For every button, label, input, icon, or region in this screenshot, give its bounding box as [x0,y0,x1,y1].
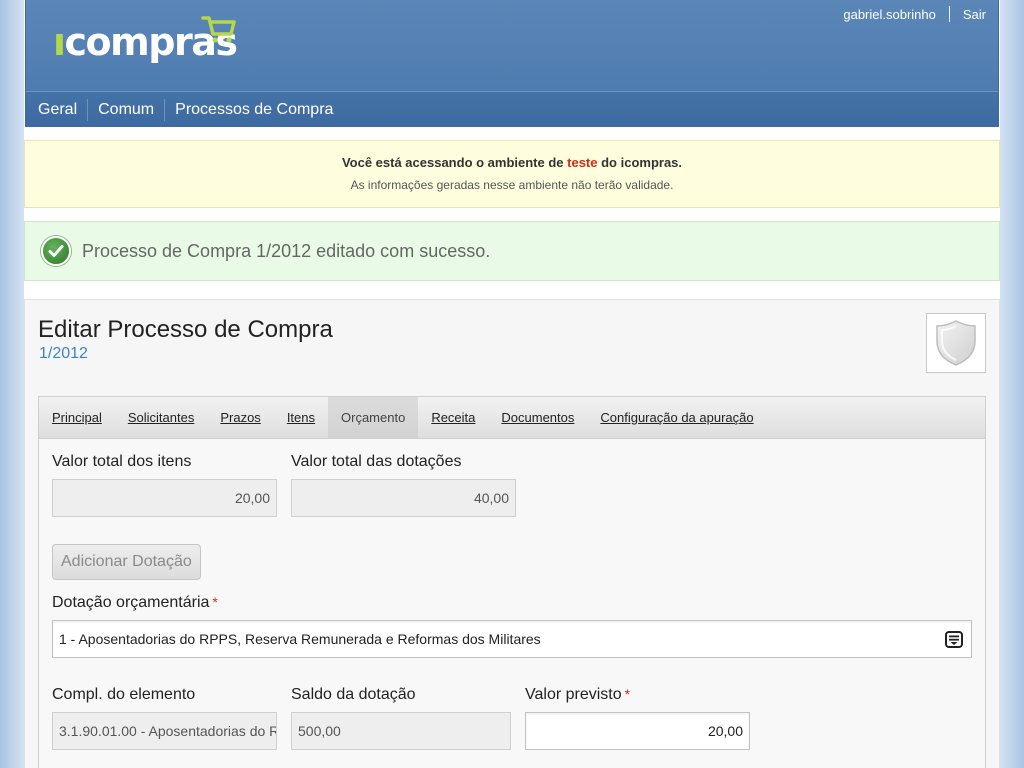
logo-i-mark: ı [53,20,66,64]
cart-icon [201,16,236,43]
valor-previsto-input[interactable]: 20,00 [525,712,750,750]
saldo-dotacao-field: 500,00 [291,712,511,750]
notice-title: Você está acessando o ambiente de teste … [341,155,683,170]
tab-prazos[interactable]: Prazos [207,397,273,438]
total-dotacoes-label: Valor total das dotações [291,453,462,470]
success-text: Processo de Compra 1/2012 editado com su… [82,240,491,261]
nav-item-processos[interactable]: Processos de Compra [165,99,343,121]
tab-bar: Principal Solicitantes Prazos Itens Orça… [39,397,985,439]
tab-receita[interactable]: Receita [418,397,488,438]
add-dotacao-button[interactable]: Adicionar Dotação [52,544,201,580]
main-nav: Geral Comum Processos de Compra [26,91,998,127]
compl-elemento-field: 3.1.90.01.00 - Aposentadorias do RPPS [52,712,277,750]
valor-previsto-label: Valor previsto * [525,686,631,703]
environment-notice: Você está acessando o ambiente de teste … [24,140,1000,208]
tab-configuracao-apuracao[interactable]: Configuração da apuração [587,397,766,438]
nav-item-geral[interactable]: Geral [26,98,89,121]
nav-item-comum[interactable]: Comum [88,98,166,121]
lookup-list-icon[interactable] [945,631,963,648]
success-message: Processo de Compra 1/2012 editado com su… [24,221,1000,281]
page-title: Editar Processo de Compra [38,316,333,343]
user-bar: gabriel.sobrinho Sair [843,6,986,22]
check-circle-icon [41,236,71,266]
dotacao-value: 1 - Aposentadorias do RPPS, Reserva Remu… [59,631,541,647]
tab-documentos[interactable]: Documentos [488,397,587,438]
app-logo[interactable]: ıcompras [53,14,238,64]
tab-itens[interactable]: Itens [274,397,328,438]
app-header: ıcompras gabriel.sobrinho Sair Geral Com… [25,0,999,127]
dotacao-label: Dotação orçamentária * [52,594,218,611]
shield-image [926,313,986,373]
dotacao-select[interactable]: 1 - Aposentadorias do RPPS, Reserva Remu… [52,620,972,658]
shield-icon [936,320,976,366]
logout-link[interactable]: Sair [963,7,986,22]
username-link[interactable]: gabriel.sobrinho [843,7,936,22]
tabs-container: Principal Solicitantes Prazos Itens Orça… [38,396,986,768]
tab-principal[interactable]: Principal [39,397,115,438]
notice-subtitle: As informações geradas nesse ambiente nã… [350,178,674,192]
divider [948,6,950,22]
required-marker: * [624,686,631,702]
edit-panel: Editar Processo de Compra 1/2012 Princip… [24,299,1000,768]
tab-orcamento[interactable]: Orçamento [328,397,419,438]
saldo-dotacao-label: Saldo da dotação [291,686,416,703]
compl-elemento-label: Compl. do elemento [52,686,196,703]
required-marker: * [212,594,218,610]
page-subtitle: 1/2012 [39,345,88,362]
tab-solicitantes[interactable]: Solicitantes [115,397,207,438]
total-itens-field: 20,00 [52,479,277,517]
total-itens-label: Valor total dos itens [52,453,192,470]
total-dotacoes-field: 40,00 [291,479,516,517]
notice-highlight: teste [567,155,598,170]
